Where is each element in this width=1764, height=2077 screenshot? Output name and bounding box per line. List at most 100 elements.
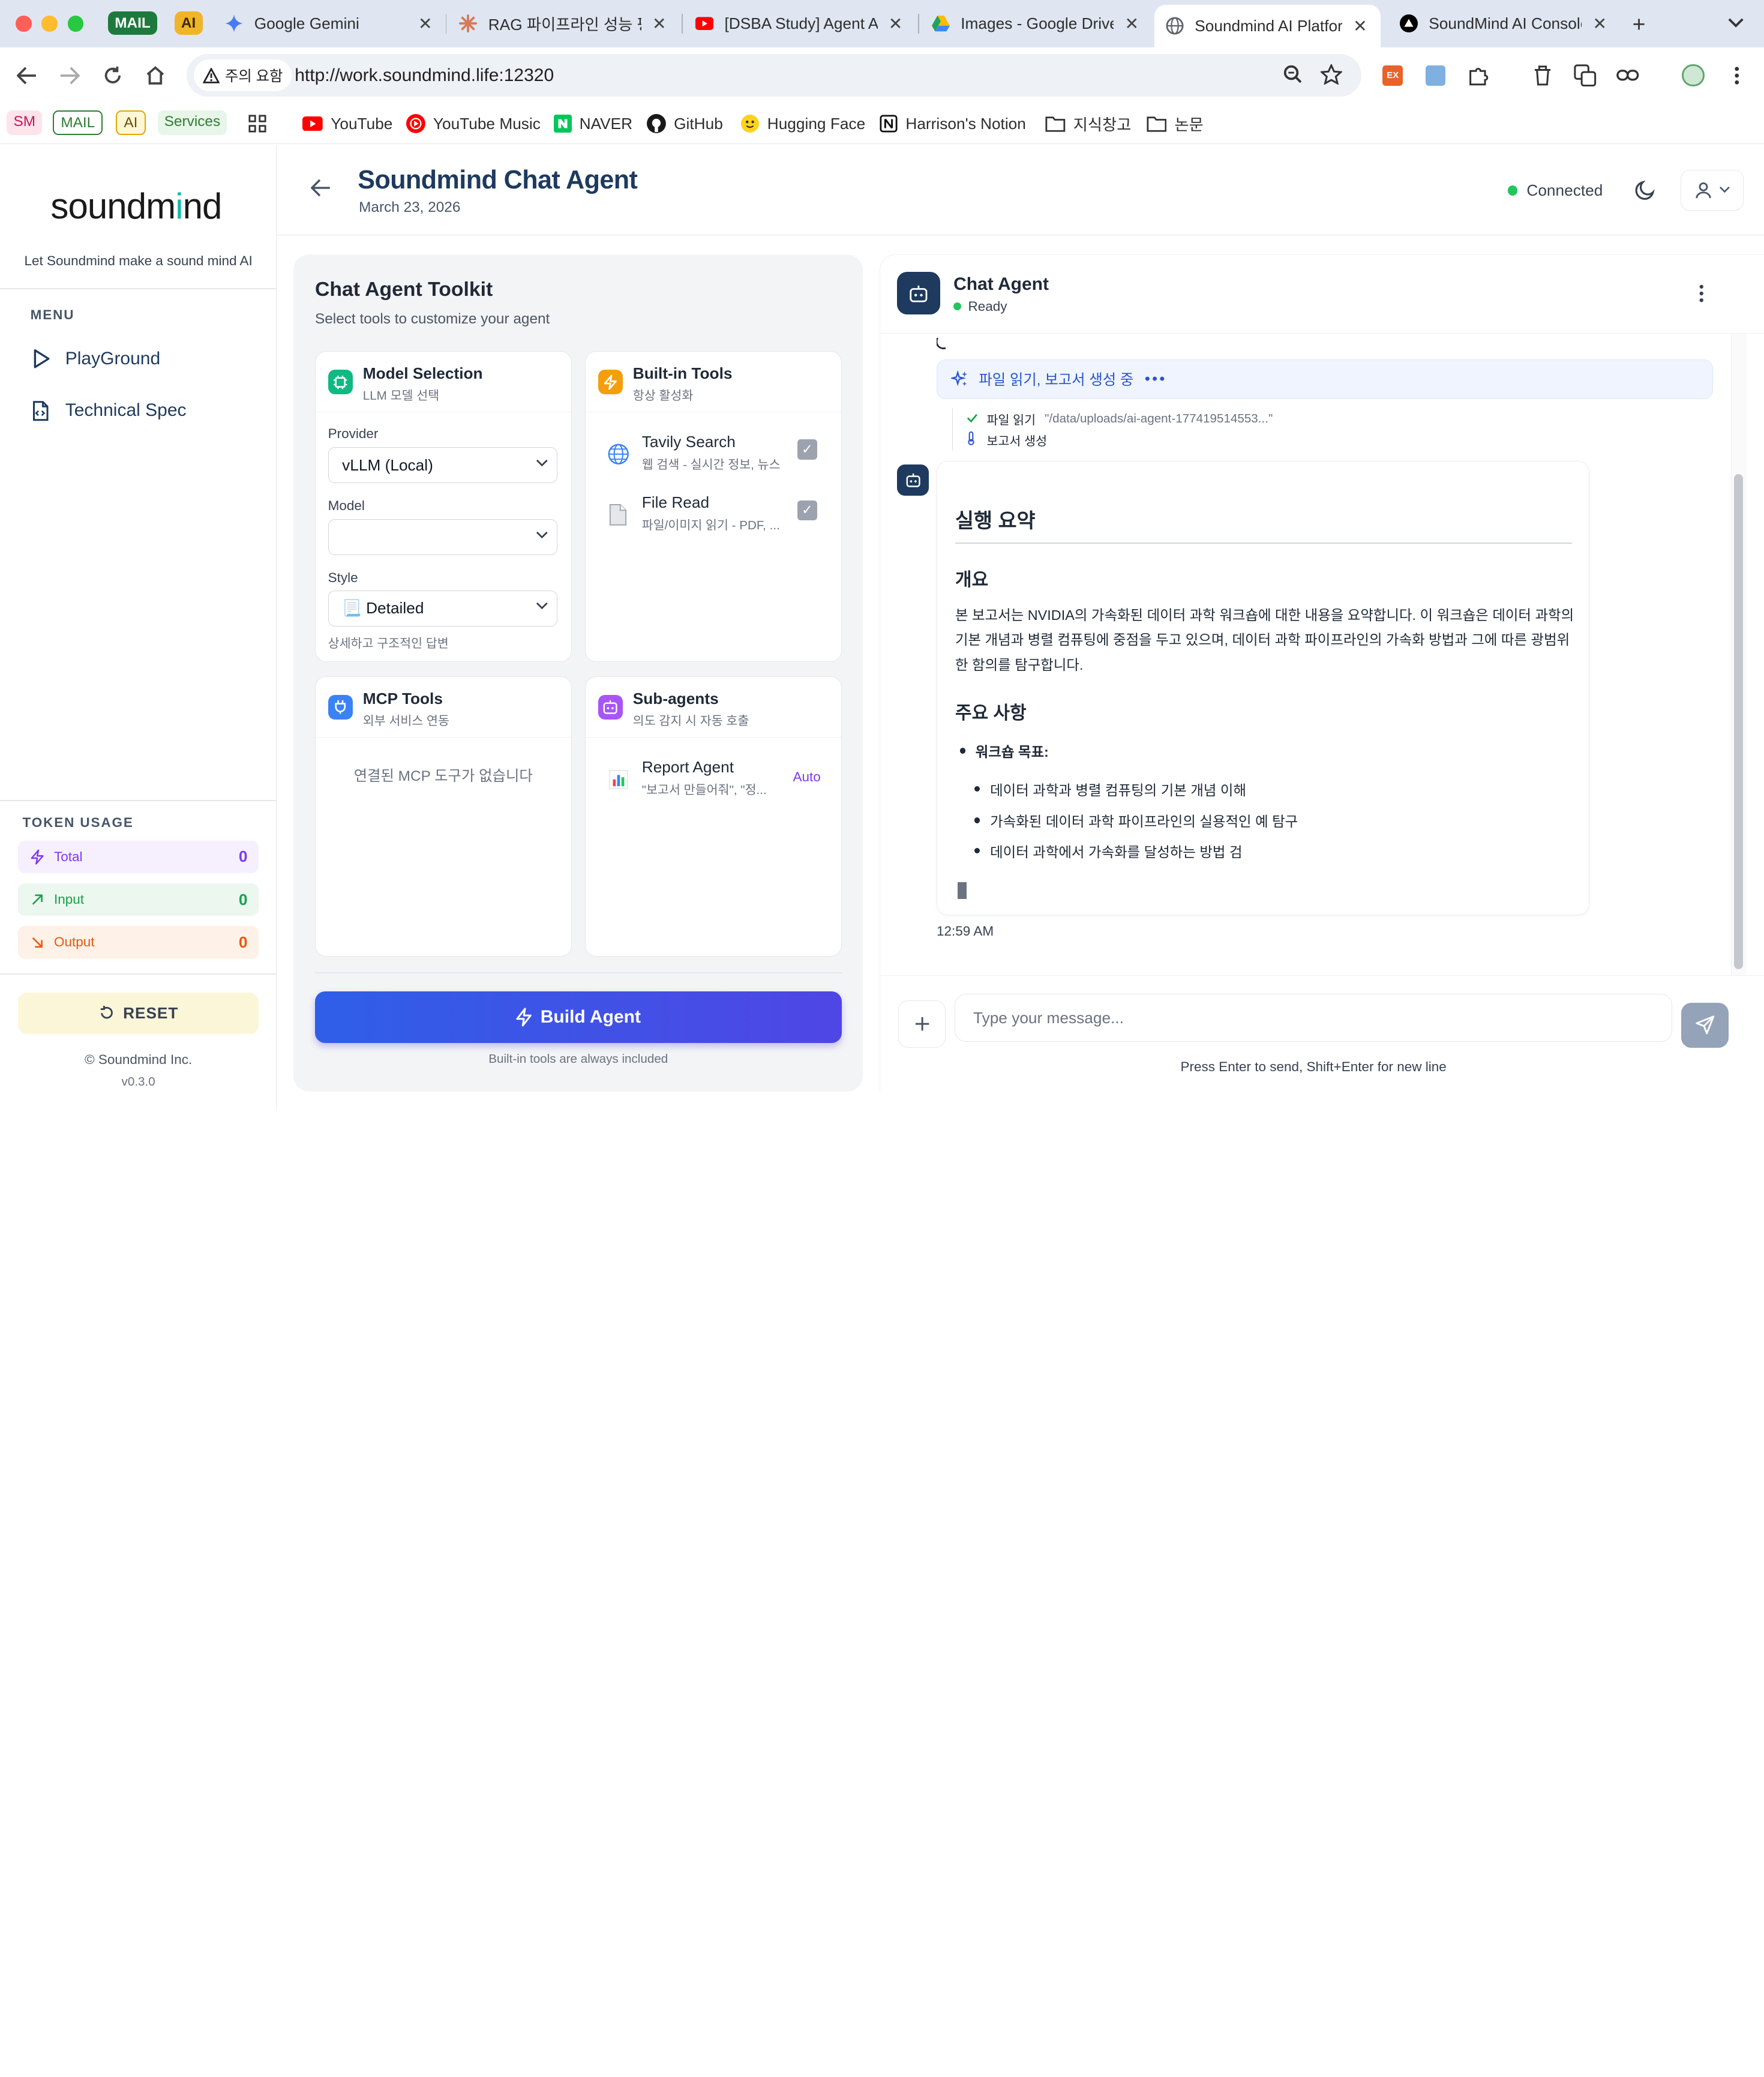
bookmark-naver[interactable]: NAVER	[553, 110, 632, 137]
close-tab-icon[interactable]: ✕	[650, 14, 668, 34]
attach-plus-button[interactable]	[898, 1000, 946, 1048]
minimize-window-button[interactable]	[41, 16, 58, 32]
token-output-value: 0	[238, 933, 248, 951]
heading-rule	[955, 542, 1572, 544]
close-window-button[interactable]	[16, 16, 32, 32]
bookmark-chip-mail[interactable]: MAIL	[53, 110, 103, 135]
tab-title: SoundMind AI Console	[1429, 14, 1582, 32]
bookmark-notion[interactable]: Harrison's Notion	[880, 110, 1026, 137]
chevron-down-icon	[536, 603, 548, 610]
bookmark-label: Harrison's Notion	[905, 114, 1026, 133]
subagent-report-agent[interactable]: Report Agent "보고서 만들어줘", "정...	[606, 758, 820, 803]
bookmark-label: 지식창고	[1073, 116, 1132, 134]
provider-select[interactable]: vLLM (Local)	[328, 447, 558, 484]
tab-search-chevron-icon[interactable]	[1728, 14, 1744, 32]
bookmark-youtube-music[interactable]: YouTube Music	[406, 110, 541, 137]
soundmind-logo[interactable]: soundmind	[50, 185, 222, 227]
close-tab-icon[interactable]: ✕	[1591, 14, 1609, 34]
tab-rag-pipeline[interactable]: RAG 파이프라인 성능 평가 ✕	[459, 7, 668, 40]
browser-menu-icon[interactable]	[1724, 63, 1749, 88]
reset-button[interactable]: RESET	[18, 992, 259, 1035]
profile-avatar-icon[interactable]	[1681, 63, 1705, 88]
model-select[interactable]	[328, 519, 558, 556]
bookmark-chip-sm[interactable]: SM	[7, 110, 43, 135]
tab-group-mail[interactable]: MAIL	[108, 11, 158, 35]
extensions-puzzle-icon[interactable]	[1466, 63, 1490, 88]
home-icon[interactable]	[142, 62, 169, 89]
version: v0.3.0	[121, 1074, 155, 1089]
bookmark-folder-knowledge[interactable]: 지식창고	[1045, 110, 1131, 137]
bookmark-github[interactable]: GitHub	[647, 110, 723, 137]
style-select[interactable]: 📃 Detailed	[328, 590, 558, 627]
chevron-down-icon	[1719, 187, 1730, 193]
back-arrow-icon[interactable]	[14, 62, 41, 89]
maximize-window-button[interactable]	[67, 16, 83, 32]
tool-tavily-search[interactable]: Tavily Search 웹 검색 - 실시간 정보, 뉴스 ✓	[606, 433, 820, 478]
address-bar[interactable]: 주의 요함 http://work.soundmind.life:12320	[187, 54, 1361, 97]
provider-value: vLLM (Local)	[342, 455, 433, 474]
bookmark-folder-papers[interactable]: 논문	[1147, 110, 1204, 137]
bookmark-star-icon[interactable]	[1319, 63, 1343, 87]
build-agent-button[interactable]: Build Agent	[315, 991, 842, 1044]
security-warning-chip[interactable]: 주의 요함	[193, 59, 292, 91]
tool-file-read[interactable]: File Read 파일/이미지 읽기 - PDF, ... ✓	[606, 493, 820, 538]
tab-soundmind-platform[interactable]: Soundmind AI Platform ✕	[1154, 4, 1381, 47]
link-icon[interactable]	[1616, 63, 1640, 88]
forward-arrow-icon[interactable]	[56, 62, 83, 89]
extension-ex-icon[interactable]: EX	[1381, 63, 1405, 88]
sidebar-item-technical-spec[interactable]: Technical Spec	[29, 400, 187, 422]
build-note: Built-in tools are always included	[488, 1052, 668, 1066]
extension-dictionary-icon[interactable]	[1423, 63, 1448, 88]
message-input[interactable]	[955, 993, 1673, 1042]
builtin-tools-card: Built-in Tools 항상 활성화 Tavily Search 웹 검색…	[585, 351, 842, 662]
bookmark-chip-ai[interactable]: AI	[116, 110, 146, 135]
scrollbar-thumb[interactable]	[1734, 474, 1744, 970]
tab-soundmind-console[interactable]: SoundMind AI Console ✕	[1399, 7, 1609, 40]
tab-google-drive[interactable]: Images - Google Drive ✕	[931, 7, 1141, 40]
close-tab-icon[interactable]: ✕	[1123, 14, 1141, 34]
google-drive-icon	[931, 14, 950, 32]
bookmark-youtube[interactable]: YouTube	[302, 110, 392, 137]
message-heading: 실행 요약	[955, 509, 1036, 533]
tool-checkbox[interactable]: ✓	[797, 500, 818, 521]
bookmarks-bar: SM MAIL AI Services YouTube YouTube Musi…	[0, 103, 1764, 144]
send-button[interactable]	[1681, 1002, 1729, 1048]
tool-checkbox[interactable]: ✓	[797, 439, 818, 460]
apps-grid-icon[interactable]	[248, 110, 266, 137]
bookmark-chip-services[interactable]: Services	[157, 110, 227, 135]
gemini-icon	[225, 14, 243, 33]
sidebar-item-playground[interactable]: PlayGround	[29, 347, 160, 370]
back-arrow-icon[interactable]	[310, 179, 331, 202]
close-tab-icon[interactable]: ✕	[416, 14, 434, 34]
token-input-row: Input 0	[18, 883, 259, 916]
style-hint: 상세하고 구조적인 답변	[328, 636, 449, 651]
tab-group-ai[interactable]: AI	[174, 11, 203, 35]
bookmark-hugging-face[interactable]: Hugging Face	[740, 110, 865, 137]
more-options-icon[interactable]	[1699, 284, 1704, 307]
close-tab-icon[interactable]: ✕	[887, 14, 905, 34]
card-header: MCP Tools 외부 서비스 연동	[316, 677, 571, 738]
reload-icon[interactable]	[99, 62, 126, 89]
arrow-up-right-icon	[32, 894, 43, 905]
close-tab-icon[interactable]: ✕	[1351, 16, 1369, 36]
card-title: Built-in Tools	[632, 364, 733, 382]
card-header: Built-in Tools 항상 활성화	[586, 352, 841, 413]
subagent-description: "보고서 만들어줘", "정...	[641, 783, 767, 797]
tab-dsba-study[interactable]: [DSBA Study] Agent A ✕	[695, 7, 905, 40]
url-text[interactable]: http://work.soundmind.life:12320	[295, 65, 554, 86]
streaming-cursor	[957, 882, 967, 900]
list-item: 워크숍 목표:	[959, 741, 1049, 761]
auto-badge: Auto	[793, 769, 821, 784]
tab-google-gemini[interactable]: Google Gemini ✕	[225, 7, 434, 40]
provider-label: Provider	[328, 425, 379, 441]
step-file-read: 파일 읽기 "/data/uploads/ai-agent-1774195145…	[967, 408, 1273, 430]
new-tab-button[interactable]: +	[1633, 11, 1646, 37]
trash-icon[interactable]	[1530, 63, 1555, 88]
robot-icon	[598, 694, 623, 720]
user-menu-button[interactable]	[1681, 170, 1744, 211]
dark-mode-moon-icon[interactable]	[1634, 179, 1657, 206]
translate-icon[interactable]	[1573, 63, 1597, 88]
screen: MAIL AI Google Gemini ✕ RAG 파이프라인 성능 평가 …	[0, 0, 1764, 1108]
message-paragraph: 본 보고서는 NVIDIA의 가속화된 데이터 과학 워크숍에 대한 내용을 요…	[955, 607, 1574, 673]
zoom-search-icon[interactable]	[1283, 64, 1306, 87]
